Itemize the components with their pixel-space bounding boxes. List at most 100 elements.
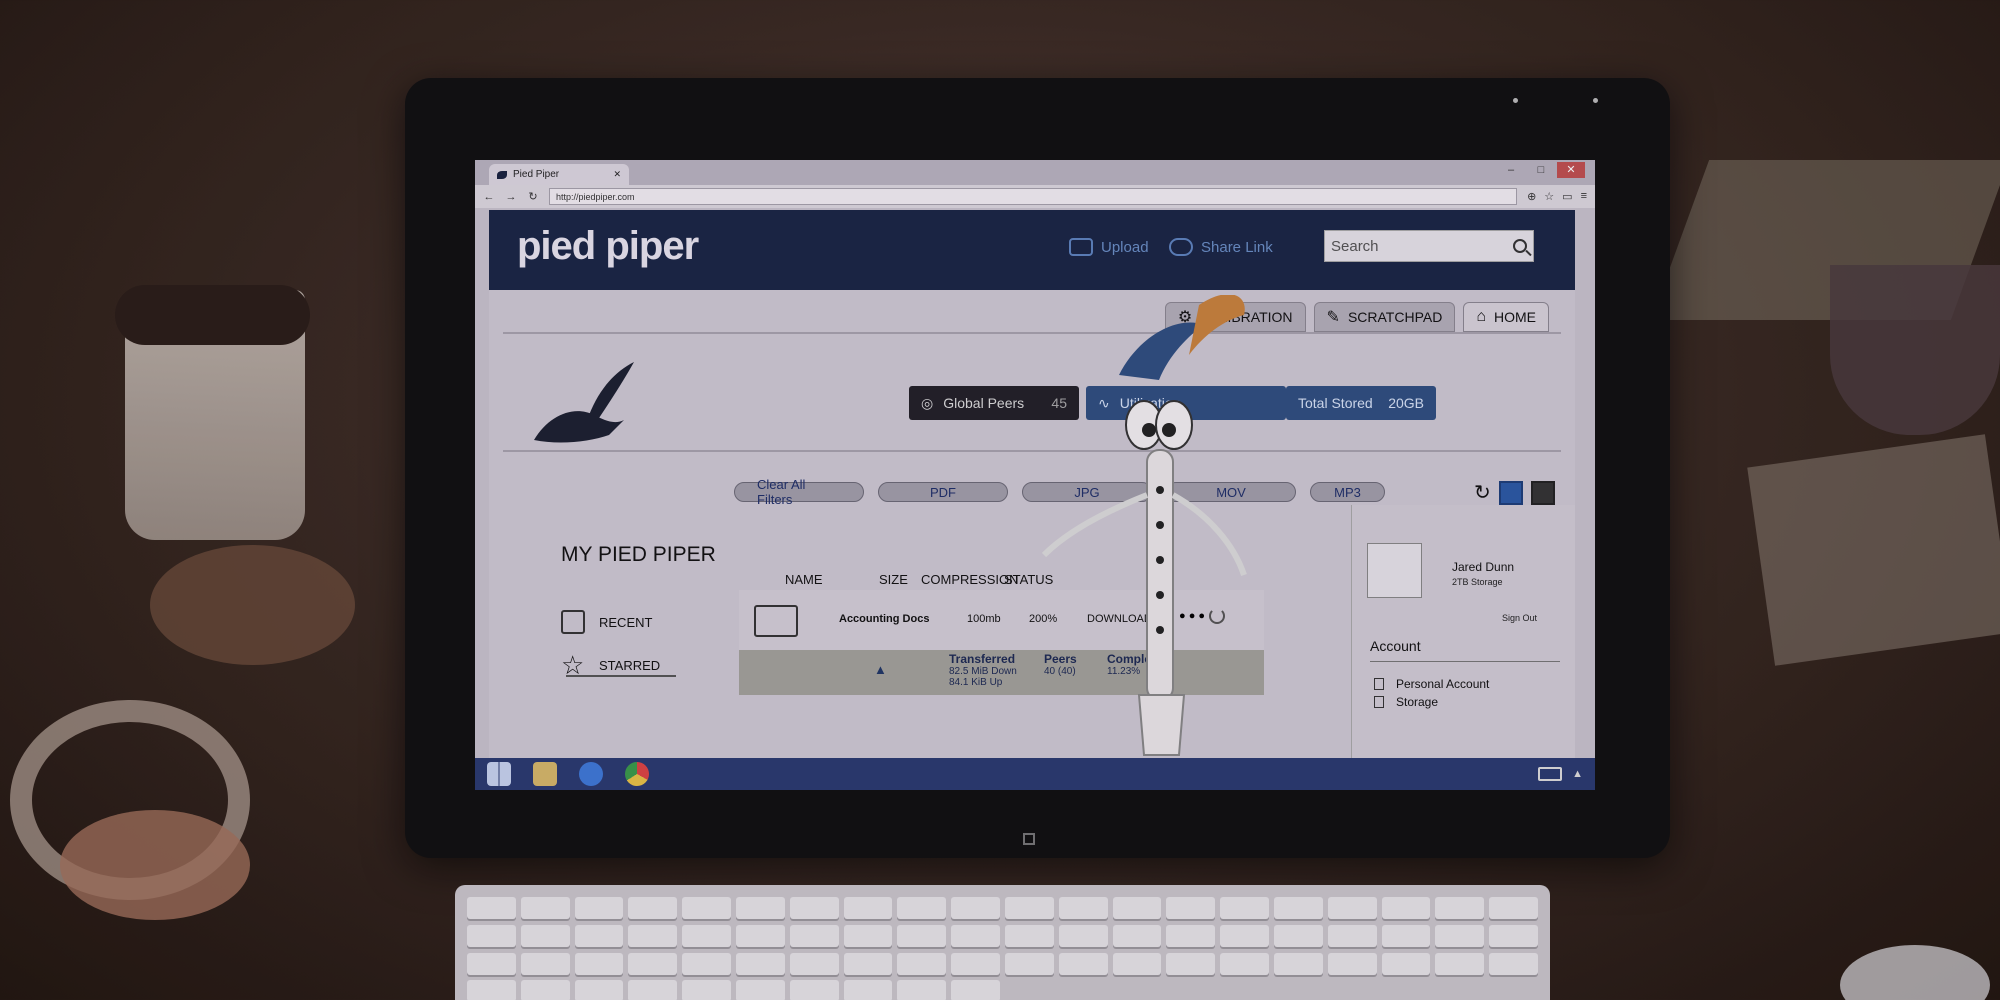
keyboard-key [574, 980, 624, 1000]
tab-title: Pied Piper [513, 169, 560, 180]
headphone-pad [60, 810, 250, 920]
keyboard-key [1381, 924, 1431, 947]
keyboard-key [1166, 952, 1216, 975]
sidebar-title: MY PIED PIPER [561, 543, 716, 566]
url-input[interactable]: http://piedpiper.com [549, 188, 1518, 205]
bookmark-star-icon[interactable]: ☆ [1544, 190, 1554, 203]
keyboard-key [1058, 952, 1108, 975]
list-view-icon[interactable] [1498, 480, 1523, 505]
chevron-up-icon[interactable]: ▲ [1572, 768, 1583, 780]
globe-icon: ◎ [921, 394, 934, 411]
file-explorer-icon[interactable] [533, 762, 557, 786]
search-placeholder: Search [1331, 237, 1379, 255]
account-item-personal[interactable]: Personal Account [1374, 677, 1489, 691]
keyboard-icon[interactable] [1538, 767, 1563, 781]
minimize-button[interactable]: – [1497, 162, 1525, 178]
internet-explorer-icon[interactable] [579, 762, 603, 786]
sensor-dot [1593, 98, 1598, 103]
keyboard-key [1489, 924, 1538, 947]
keyboard-key [951, 952, 1000, 975]
keyboard-key [628, 980, 678, 1000]
keyboard-key [1327, 897, 1377, 919]
tab-close-icon[interactable]: ✕ [613, 169, 621, 180]
home-icon: ⌂ [1476, 308, 1486, 325]
browser-window: Pied Piper ✕ – □ ✕ ← → ↻ http://piedpipe… [475, 160, 1595, 770]
share-label: Share Link [1201, 238, 1273, 256]
bowl [1830, 265, 2000, 435]
keyboard-key [897, 980, 947, 1000]
keyboard-key [735, 924, 785, 947]
account-item-label: Storage [1396, 695, 1439, 709]
folder-icon [561, 610, 585, 634]
close-button[interactable]: ✕ [1557, 162, 1585, 178]
url-text: http://piedpiper.com [556, 191, 635, 202]
filter-mp3[interactable]: MP3 [1310, 482, 1385, 502]
account-item-storage[interactable]: Storage [1374, 695, 1438, 709]
keyboard-key [897, 952, 947, 975]
camera-dot [1513, 98, 1518, 103]
keyboard-key [951, 980, 1000, 1000]
search-icon[interactable] [1513, 239, 1527, 253]
filter-pdf[interactable]: PDF [878, 482, 1008, 502]
sidebar-item-starred[interactable]: ☆ STARRED [561, 652, 661, 678]
keyboard-key [1435, 952, 1485, 975]
site-header: pied piper Upload Share Link Search [489, 210, 1575, 290]
keyboard-key [1327, 924, 1377, 947]
column-header-name[interactable]: NAME [785, 572, 823, 587]
person-icon [1374, 678, 1384, 690]
piedpiper-favicon-icon [497, 170, 507, 179]
chrome-icon[interactable] [625, 762, 649, 786]
zoom-icon[interactable]: ⊕ [1527, 190, 1536, 203]
tab-scratchpad[interactable]: ✎ SCRATCHPAD [1313, 302, 1456, 332]
view-toggle: ↻ [1474, 480, 1555, 505]
sidebar-item-recent[interactable]: RECENT [561, 610, 652, 634]
grid-view-icon[interactable] [1530, 480, 1555, 505]
address-bar: ← → ↻ http://piedpiper.com ⊕ ☆ ▭ ≡ [475, 185, 1595, 208]
keyboard-key [843, 897, 893, 919]
tab-home[interactable]: ⌂ HOME [1463, 302, 1549, 332]
sign-out-link[interactable]: Sign Out [1502, 613, 1537, 623]
file-size: 100mb [967, 613, 1001, 625]
clear-filters-button[interactable]: Clear All Filters [734, 477, 864, 507]
column-header-size[interactable]: SIZE [879, 572, 908, 587]
window-controls: – □ ✕ [1497, 162, 1585, 178]
browser-tab[interactable]: Pied Piper ✕ [489, 164, 629, 185]
keyboard-key [1004, 897, 1054, 919]
keyboard-key [628, 952, 678, 975]
transferred-down: 82.5 MiB Down [949, 666, 1017, 677]
keyboard-key [682, 952, 731, 975]
keyboard-key [1058, 897, 1108, 919]
share-link[interactable]: Share Link [1169, 238, 1273, 256]
keyboard-key [1166, 897, 1216, 919]
menu-icon[interactable]: ≡ [1581, 190, 1587, 203]
keyboard-key [843, 952, 893, 975]
keyboard-key [735, 897, 785, 919]
book [1747, 434, 2000, 666]
avatar[interactable] [1367, 543, 1422, 598]
upload-label: Upload [1101, 238, 1149, 256]
cast-icon[interactable]: ▭ [1562, 190, 1572, 203]
start-icon[interactable] [487, 762, 511, 786]
eraser-icon: ✎ [1326, 309, 1340, 326]
coaster [150, 545, 355, 665]
reload-icon[interactable]: ↻ [527, 190, 539, 203]
search-input[interactable]: Search [1324, 230, 1534, 262]
back-icon[interactable]: ← [483, 191, 495, 203]
keyboard-key [520, 897, 570, 919]
forward-icon[interactable]: → [505, 191, 517, 203]
upload-link[interactable]: Upload [1069, 238, 1149, 256]
maximize-button[interactable]: □ [1527, 162, 1555, 178]
sidebar-item-label: STARRED [599, 657, 661, 673]
refresh-icon[interactable]: ↻ [1474, 480, 1491, 505]
windows-logo-icon[interactable] [1023, 833, 1035, 845]
keyboard-key [1327, 952, 1377, 975]
folder-icon [754, 605, 798, 637]
total-stored-badge[interactable]: Total Stored 20GB [1286, 386, 1436, 420]
keyboard-key [1220, 924, 1269, 947]
mouse [1840, 945, 1990, 1000]
mascot-illustration [1041, 295, 1247, 756]
site-logo[interactable]: pied piper [517, 224, 699, 269]
keyboard-key [1004, 924, 1054, 947]
keyboard-key [682, 980, 731, 1000]
collapse-arrow-icon[interactable]: ▲ [874, 662, 887, 677]
